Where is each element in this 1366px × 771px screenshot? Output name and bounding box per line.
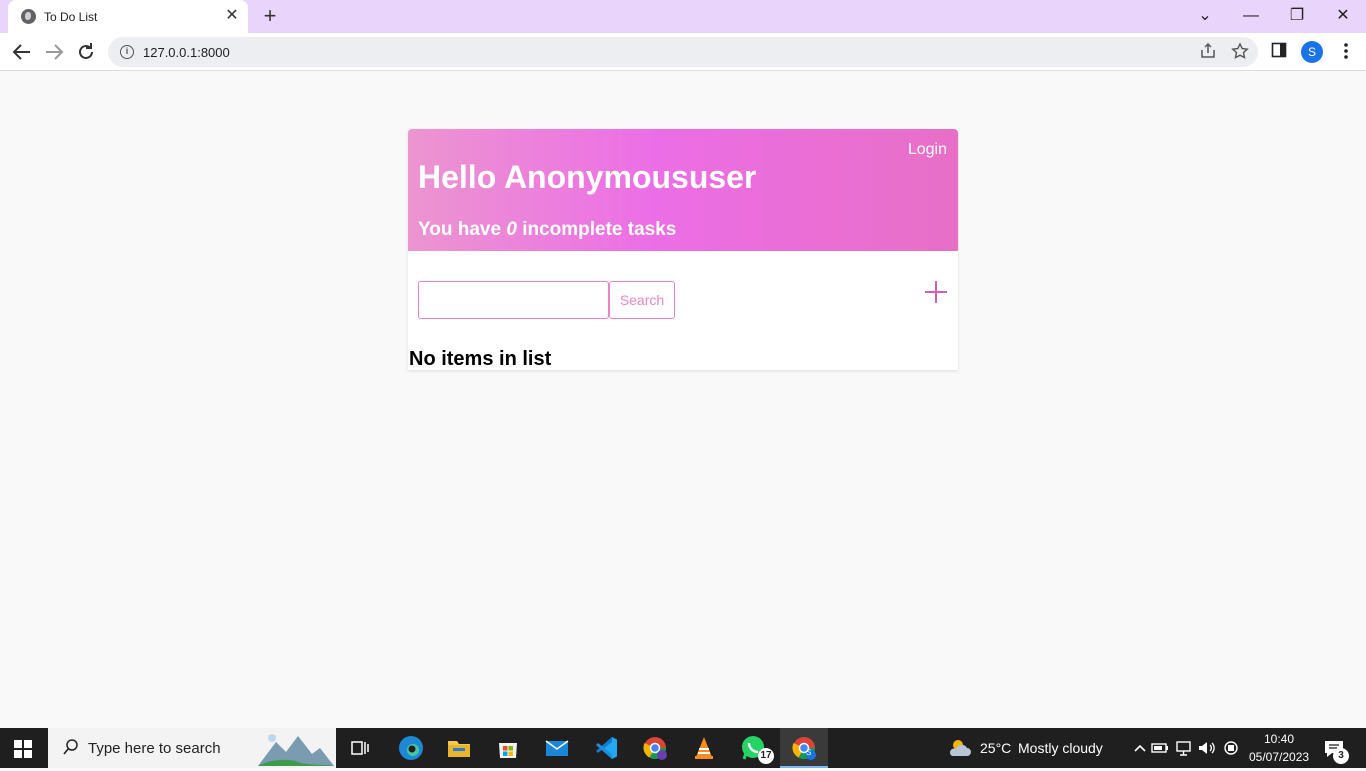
task-summary-suffix: incomplete tasks bbox=[516, 219, 677, 240]
incomplete-count: 0 bbox=[506, 219, 517, 240]
url-text[interactable]: 127.0.0.1:8000 bbox=[143, 45, 230, 60]
weather-cloud-icon[interactable] bbox=[946, 734, 974, 762]
notification-count-badge: 3 bbox=[1333, 748, 1349, 764]
vlc-icon[interactable] bbox=[690, 734, 718, 762]
new-tab-button[interactable]: + bbox=[259, 5, 281, 28]
back-arrow-icon[interactable] bbox=[10, 40, 34, 64]
windows-taskbar: Type here to search 17 S 25°C Mostly clo… bbox=[0, 728, 1366, 768]
browser-tab-strip: To Do List ✕ + ⌄ — ❐ ✕ bbox=[0, 0, 1366, 33]
tab-search-chevron-icon[interactable]: ⌄ bbox=[1190, 4, 1220, 28]
microsoft-store-icon[interactable] bbox=[494, 734, 522, 762]
side-panel-icon[interactable] bbox=[1269, 42, 1289, 62]
chrome-profile-icon[interactable] bbox=[641, 734, 669, 762]
globe-icon bbox=[21, 9, 36, 24]
search-button[interactable]: Search bbox=[609, 281, 675, 319]
card-header: Login Hello Anonymoususer You have 0 inc… bbox=[408, 129, 958, 251]
restore-button[interactable]: ❐ bbox=[1282, 4, 1312, 28]
chrome-profile-letter: S bbox=[806, 748, 812, 757]
edge-browser-icon[interactable] bbox=[397, 734, 425, 762]
taskbar-search-text: Type here to search bbox=[88, 740, 221, 757]
add-task-plus-icon[interactable] bbox=[923, 279, 949, 305]
tab-close-icon[interactable]: ✕ bbox=[223, 7, 241, 25]
clock-time[interactable]: 10:40 bbox=[1264, 732, 1294, 746]
clock-date[interactable]: 05/07/2023 bbox=[1249, 750, 1309, 764]
greeting-heading: Hello Anonymoususer bbox=[418, 159, 757, 195]
file-explorer-icon[interactable] bbox=[445, 734, 473, 762]
windows-start-icon[interactable] bbox=[14, 740, 32, 758]
site-info-icon[interactable]: i bbox=[120, 45, 134, 59]
task-summary-prefix: You have bbox=[418, 219, 507, 240]
vscode-icon[interactable] bbox=[592, 734, 620, 762]
login-link[interactable]: Login bbox=[908, 141, 947, 159]
mail-icon[interactable] bbox=[543, 734, 571, 762]
browser-tab[interactable]: To Do List ✕ bbox=[8, 0, 248, 33]
address-bar[interactable]: i 127.0.0.1:8000 bbox=[108, 37, 1258, 67]
share-icon[interactable] bbox=[1198, 42, 1218, 62]
tab-title: To Do List bbox=[44, 10, 98, 24]
whatsapp-unread-badge: 17 bbox=[758, 748, 774, 764]
kebab-menu-icon[interactable] bbox=[1336, 42, 1356, 62]
weather-description[interactable]: Mostly cloudy bbox=[1018, 740, 1103, 756]
browser-toolbar: i 127.0.0.1:8000 S bbox=[0, 33, 1366, 71]
search-highlight-scenery-icon bbox=[258, 732, 334, 766]
minimize-button[interactable]: — bbox=[1236, 4, 1266, 28]
search-icon bbox=[62, 738, 80, 761]
weather-temperature[interactable]: 25°C bbox=[980, 740, 1011, 756]
forward-arrow-icon[interactable] bbox=[42, 40, 66, 64]
meet-now-icon[interactable] bbox=[1217, 734, 1245, 762]
empty-list-message: No items in list bbox=[409, 348, 552, 370]
chrome-icon[interactable] bbox=[790, 734, 818, 762]
todo-card: Login Hello Anonymoususer You have 0 inc… bbox=[408, 129, 958, 370]
close-window-button[interactable]: ✕ bbox=[1328, 4, 1358, 28]
search-input[interactable] bbox=[418, 281, 609, 319]
reload-icon[interactable] bbox=[74, 40, 98, 64]
task-summary: You have 0 incomplete tasks bbox=[418, 219, 676, 241]
task-view-icon[interactable] bbox=[346, 734, 374, 762]
taskbar-search-box[interactable]: Type here to search bbox=[48, 728, 336, 768]
bookmark-star-icon[interactable] bbox=[1230, 42, 1250, 62]
profile-avatar[interactable]: S bbox=[1301, 41, 1323, 63]
